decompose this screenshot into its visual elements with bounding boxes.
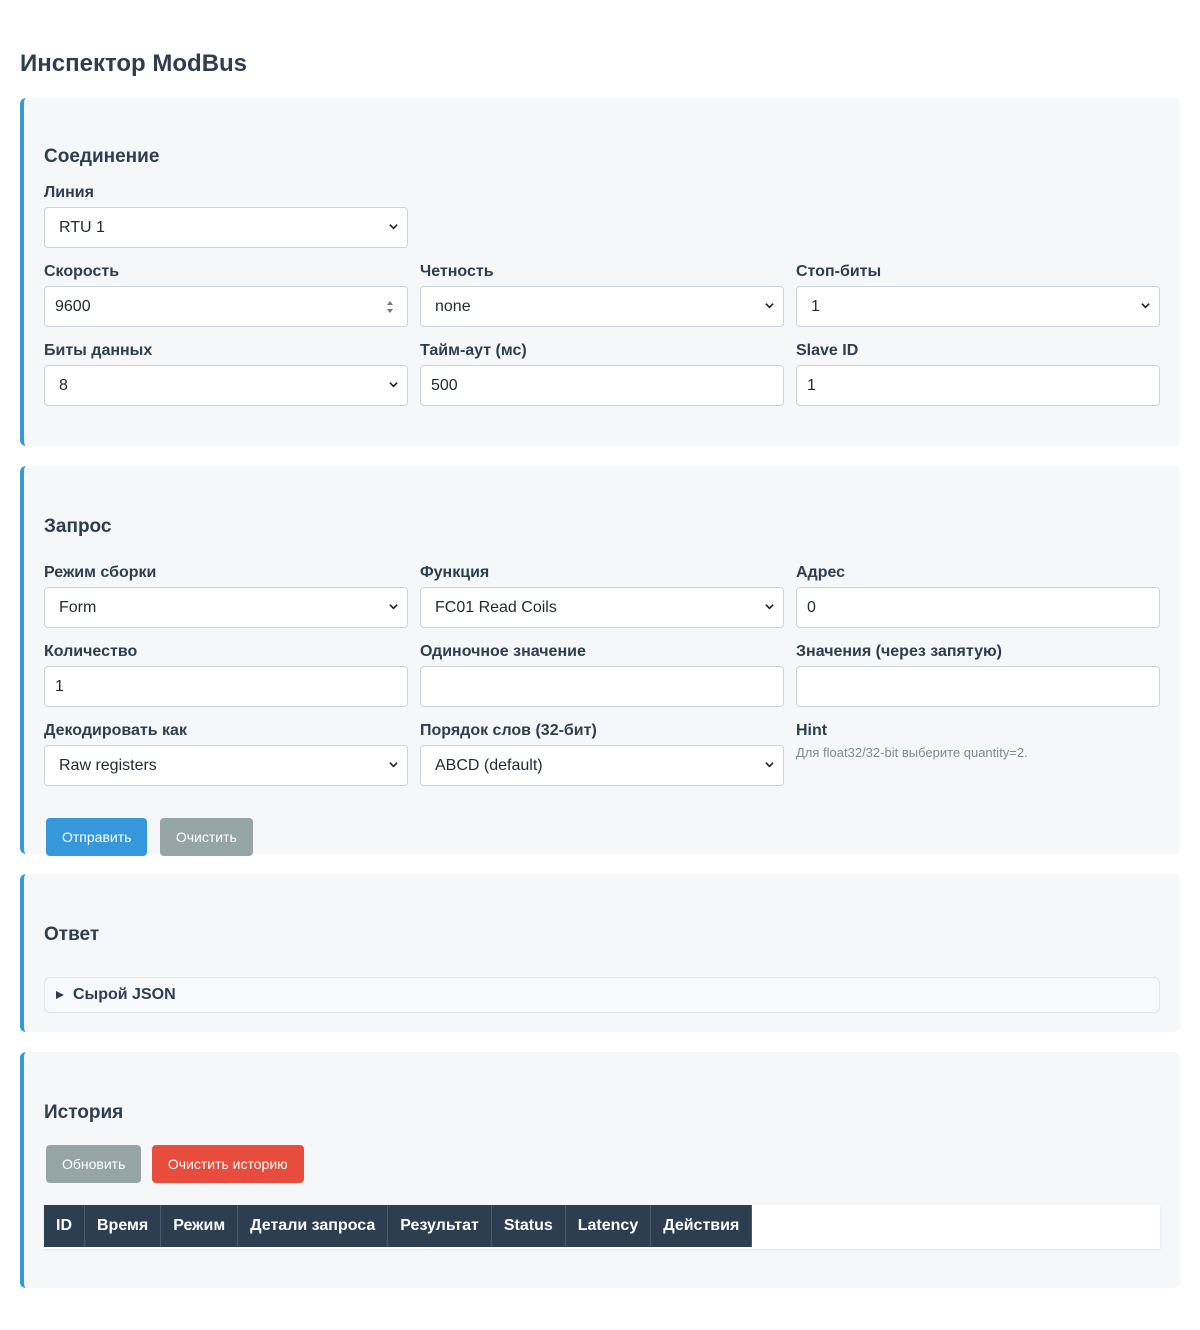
function-select[interactable]: FC01 Read Coils: [420, 587, 784, 628]
address-input[interactable]: 0: [796, 587, 1160, 628]
values-field: Значения (через запятую): [796, 643, 1160, 722]
hint-field: Hint Для float32/32-bit выберите quantit…: [796, 722, 1160, 801]
parity-label: Четность: [420, 263, 494, 280]
refresh-button[interactable]: Обновить: [46, 1145, 142, 1183]
function-value: FC01 Read Coils: [435, 598, 557, 616]
slave-id-label: Slave ID: [796, 342, 859, 359]
parity-select[interactable]: none: [420, 286, 784, 327]
address-field: Адрес 0: [796, 564, 1160, 643]
history-table-wrapper: ID Время Режим Детали запроса Результат …: [44, 1205, 1160, 1249]
values-label: Значения (через запятую): [796, 643, 1003, 660]
raw-json-label: Сырой JSON: [73, 986, 176, 1003]
speed-field: Скорость 9600: [44, 263, 408, 342]
request-panel: Запрос Режим сборки Form Функция FC01 Re…: [20, 466, 1180, 856]
timeout-label: Тайм-аут (мс): [420, 342, 527, 359]
single-value-label: Одиночное значение: [420, 643, 586, 660]
quantity-field: Количество 1: [44, 643, 408, 722]
response-title: Ответ: [44, 924, 100, 945]
chevron-down-icon: [765, 762, 774, 768]
speed-label: Скорость: [44, 263, 120, 280]
chevron-down-icon: [1141, 303, 1150, 309]
stop-bits-label: Стоп-биты: [796, 263, 882, 280]
hint-text: Для float32/32-bit выберите quantity=2.: [796, 745, 1028, 760]
word-order-field: Порядок слов (32-бит) ABCD (default): [420, 722, 784, 801]
parity-value: none: [435, 297, 471, 315]
address-value: 0: [807, 598, 816, 616]
column-header-actions[interactable]: Действия: [650, 1205, 753, 1247]
stop-bits-value: 1: [811, 297, 820, 315]
connection-panel: Соединение Линия RTU 1 Скорость 9600 Чет…: [20, 98, 1180, 446]
decode-as-select[interactable]: Raw registers: [44, 745, 408, 786]
word-order-select[interactable]: ABCD (default): [420, 745, 784, 786]
history-table: ID Время Режим Детали запроса Результат …: [44, 1205, 753, 1247]
build-mode-field: Режим сборки Form: [44, 564, 408, 643]
chevron-down-icon: [389, 382, 398, 388]
address-label: Адрес: [796, 564, 846, 581]
timeout-field: Тайм-аут (мс) 500: [420, 342, 784, 421]
clear-history-button[interactable]: Очистить историю: [151, 1145, 304, 1183]
history-actions: Обновить Очистить историю: [44, 1145, 1160, 1205]
send-button[interactable]: Отправить: [46, 818, 148, 856]
word-order-value: ABCD (default): [435, 756, 543, 774]
column-header-mode[interactable]: Режим: [160, 1205, 239, 1247]
history-title: История: [44, 1102, 124, 1123]
page-title: Инспектор ModBus: [20, 50, 248, 77]
raw-json-toggle[interactable]: Сырой JSON: [44, 977, 1160, 1013]
column-header-request-details[interactable]: Детали запроса: [237, 1205, 389, 1247]
column-header-result[interactable]: Результат: [387, 1205, 492, 1247]
column-header-id[interactable]: ID: [44, 1205, 85, 1247]
stop-bits-select[interactable]: 1: [796, 286, 1160, 327]
response-panel: Ответ Сырой JSON: [20, 874, 1180, 1032]
timeout-input[interactable]: 500: [420, 365, 784, 406]
chevron-down-icon: [765, 604, 774, 610]
build-mode-label: Режим сборки: [44, 564, 157, 581]
chevron-down-icon: [389, 604, 398, 610]
line-field: Линия RTU 1: [44, 184, 408, 263]
spinner-arrows-icon[interactable]: [386, 299, 394, 315]
line-select[interactable]: RTU 1: [44, 207, 408, 248]
data-bits-field: Биты данных 8: [44, 342, 408, 421]
quantity-value: 1: [55, 677, 64, 695]
data-bits-select[interactable]: 8: [44, 365, 408, 406]
connection-title: Соединение: [44, 146, 160, 167]
function-field: Функция FC01 Read Coils: [420, 564, 784, 643]
decode-as-value: Raw registers: [59, 756, 157, 774]
build-mode-value: Form: [59, 598, 97, 616]
slave-id-field: Slave ID 1: [796, 342, 1160, 421]
disclosure-triangle-icon: [56, 991, 64, 999]
hint-label: Hint: [796, 722, 828, 739]
speed-input[interactable]: 9600: [44, 286, 408, 327]
line-value: RTU 1: [59, 218, 105, 236]
history-header-row: ID Время Режим Детали запроса Результат …: [44, 1205, 753, 1247]
column-header-status[interactable]: Status: [491, 1205, 566, 1247]
build-mode-select[interactable]: Form: [44, 587, 408, 628]
parity-field: Четность none: [420, 263, 784, 342]
decode-as-field: Декодировать как Raw registers: [44, 722, 408, 801]
word-order-label: Порядок слов (32-бит): [420, 722, 597, 739]
chevron-down-icon: [765, 303, 774, 309]
column-header-latency[interactable]: Latency: [565, 1205, 652, 1247]
quantity-label: Количество: [44, 643, 138, 660]
column-header-time[interactable]: Время: [84, 1205, 162, 1247]
slave-id-input[interactable]: 1: [796, 365, 1160, 406]
request-title: Запрос: [44, 516, 112, 537]
values-input[interactable]: [796, 666, 1160, 707]
function-label: Функция: [420, 564, 490, 581]
speed-value: 9600: [55, 297, 91, 315]
slave-id-value: 1: [807, 376, 816, 394]
line-label: Линия: [44, 184, 94, 201]
quantity-input[interactable]: 1: [44, 666, 408, 707]
history-panel: История Обновить Очистить историю ID Вре…: [20, 1052, 1180, 1288]
request-actions: Отправить Очистить: [44, 818, 1160, 856]
data-bits-value: 8: [59, 376, 68, 394]
chevron-down-icon: [389, 224, 398, 230]
clear-button[interactable]: Очистить: [159, 818, 253, 856]
timeout-value: 500: [431, 376, 458, 394]
decode-as-label: Декодировать как: [44, 722, 187, 739]
single-value-field: Одиночное значение: [420, 643, 784, 722]
stop-bits-field: Стоп-биты 1: [796, 263, 1160, 342]
chevron-down-icon: [389, 762, 398, 768]
single-value-input[interactable]: [420, 666, 784, 707]
data-bits-label: Биты данных: [44, 342, 153, 359]
